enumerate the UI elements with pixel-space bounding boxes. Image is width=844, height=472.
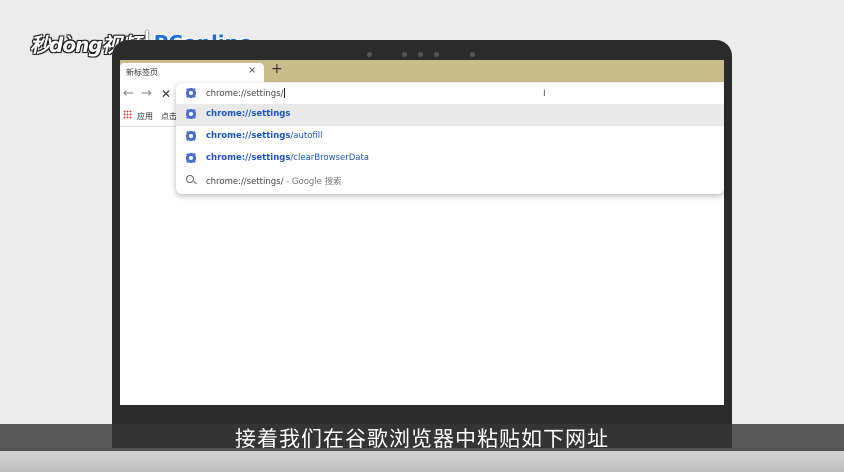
- tab-strip: 新标签页 × +: [120, 60, 724, 82]
- suggestion-item-search[interactable]: chrome://settings/ - Google 搜索: [176, 170, 724, 192]
- suggestion-search-text: chrome://settings/ - Google 搜索: [206, 177, 342, 187]
- subtitle-text: 接着我们在谷歌浏览器中粘贴如下网址: [235, 427, 609, 451]
- gear-icon: [186, 88, 196, 98]
- suggestion-item[interactable]: chrome://settings/autofill: [176, 126, 724, 148]
- stop-icon[interactable]: ✕: [161, 87, 171, 101]
- suggestion-url: chrome://settings/autofill: [206, 131, 323, 141]
- omnibox-dropdown: chrome://settings/ I chrome://settings c…: [176, 83, 724, 194]
- address-bar-value[interactable]: chrome://settings/: [206, 88, 286, 99]
- apps-grid-icon[interactable]: [123, 110, 132, 119]
- bookmark-apps[interactable]: 应用: [137, 111, 153, 122]
- camera-dot: [418, 52, 423, 57]
- back-icon[interactable]: ←: [123, 86, 134, 101]
- tab-close-icon[interactable]: ×: [248, 65, 256, 76]
- i-beam-cursor-icon: I: [543, 89, 546, 99]
- search-icon: [186, 175, 194, 183]
- camera-dot: [402, 52, 407, 57]
- tab-new-tab[interactable]: 新标签页 ×: [120, 63, 264, 82]
- gear-icon: [186, 131, 196, 141]
- text-cursor: [284, 88, 286, 98]
- camera-dot: [434, 52, 439, 57]
- new-tab-button[interactable]: +: [271, 61, 283, 77]
- suggestion-url: chrome://settings/clearBrowserData: [206, 153, 369, 163]
- suggestion-item[interactable]: chrome://settings/clearBrowserData: [176, 148, 724, 170]
- bookmark-item[interactable]: 点击: [161, 111, 177, 122]
- gear-icon: [186, 153, 196, 163]
- tab-title: 新标签页: [126, 68, 158, 77]
- suggestion-item[interactable]: chrome://settings: [176, 104, 724, 126]
- camera-dot: [367, 52, 372, 57]
- address-bar-input[interactable]: chrome://settings/ I: [176, 83, 724, 104]
- camera-dot: [470, 52, 475, 57]
- suggestion-url: chrome://settings: [206, 109, 291, 119]
- forward-icon[interactable]: →: [141, 86, 152, 101]
- gear-icon: [186, 109, 196, 119]
